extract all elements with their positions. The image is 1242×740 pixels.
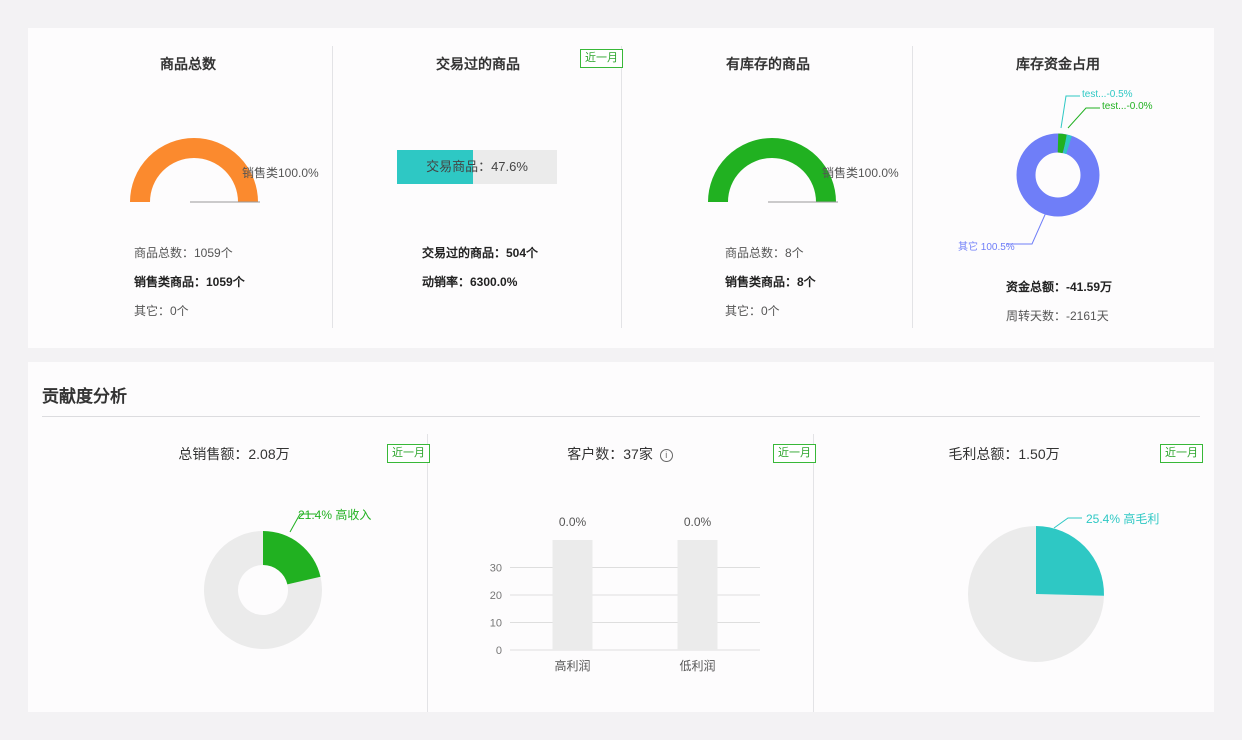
customer-count-title: 客户数：37家 [567,446,653,462]
y-tick-label: 30 [490,563,502,575]
gauge-label: 销售类100.0% [242,166,319,180]
stat-turnover-rate: 动销率：6300.0% [422,275,518,289]
bar-background [677,540,718,650]
customer-bar-chart: 0 10 20 30 0.0% 高利润 0.0% 低利润 [490,515,760,673]
donut-slice-other [1016,133,1100,217]
card-title: 交易过的商品 [436,56,520,72]
contribution-panel: 贡献度分析 总销售额：2.08万 近一月 21.4% 高收入 客户数：37家 i… [28,362,1214,712]
donut-label-test-1: test...-0.5% [1082,89,1133,100]
leader-line [1060,95,1080,129]
stat-traded: 交易过的商品：504个 [422,246,539,260]
card-title: 有库存的商品 [726,56,810,72]
period-badge[interactable]: 近一月 [387,444,430,463]
stat-total: 商品总数：1059个 [134,246,233,260]
gauge-arc [130,138,258,203]
x-tick-label: 高利润 [554,658,590,673]
data-label: 0.0% [684,515,712,529]
data-label: 0.0% [559,515,587,529]
profit-pie-chart [968,517,1104,662]
donut-label-other: 其它 100.5% [958,242,1015,253]
bar-background [552,540,593,650]
y-tick-label: 10 [490,618,502,630]
card-divider [813,434,814,712]
donut-label-test-2: test...-0.0% [1102,101,1153,112]
stat-sales: 销售类商品：1059个 [134,275,245,289]
card-divider [332,46,333,328]
gauge-chart [708,138,838,203]
donut-slice-test-2 [1063,134,1072,155]
gauge-label: 销售类100.0% [822,166,899,180]
period-badge[interactable]: 近一月 [580,49,623,68]
gauge-chart [130,138,260,203]
slice-label: 21.4% 高收入 [298,508,372,522]
stat-other: 其它：0个 [725,304,780,318]
leader-line [1067,107,1100,129]
stat-sales: 销售类商品：8个 [725,275,816,289]
stat-other: 其它：0个 [134,304,189,318]
period-badge[interactable]: 近一月 [1160,444,1203,463]
card-title: 库存资金占用 [1016,56,1100,72]
section-title: 贡献度分析 [42,387,127,406]
card-divider [912,46,913,328]
slice-label: 25.4% 高毛利 [1086,512,1160,526]
period-badge[interactable]: 近一月 [773,444,816,463]
donut-slice-high-income [263,531,321,585]
traded-progress-bar: 交易商品：47.6% [397,150,557,184]
pie-slice-high-profit [1036,526,1104,596]
sales-donut-chart [204,513,322,649]
card-divider [427,434,428,712]
x-tick-label: 低利润 [679,659,715,673]
card-title: 总销售额：2.08万 [178,446,290,462]
info-icon[interactable]: i [659,449,673,462]
y-tick-label: 20 [490,590,502,602]
inventory-overview-panel: 商品总数 销售类100.0% 商品总数：1059个 销售类商品：1059个 其它… [28,28,1214,348]
section-divider [42,416,1200,417]
leader-line [1053,517,1082,529]
stat-capital-total: 资金总额：-41.59万 [1006,280,1113,294]
traded-progress-label: 交易商品：47.6% [426,159,528,174]
stat-turnover-days: 周转天数：-2161天 [1006,309,1109,323]
card-title: 商品总数 [160,56,216,72]
y-tick-label: 0 [496,645,502,657]
donut-slice-test-1 [1057,133,1068,154]
stat-total: 商品总数：8个 [725,246,804,260]
card-title: 毛利总额：1.50万 [948,446,1060,462]
gauge-arc [708,138,836,203]
card-title: 客户数：37家 i [520,444,720,464]
card-divider [621,46,622,328]
